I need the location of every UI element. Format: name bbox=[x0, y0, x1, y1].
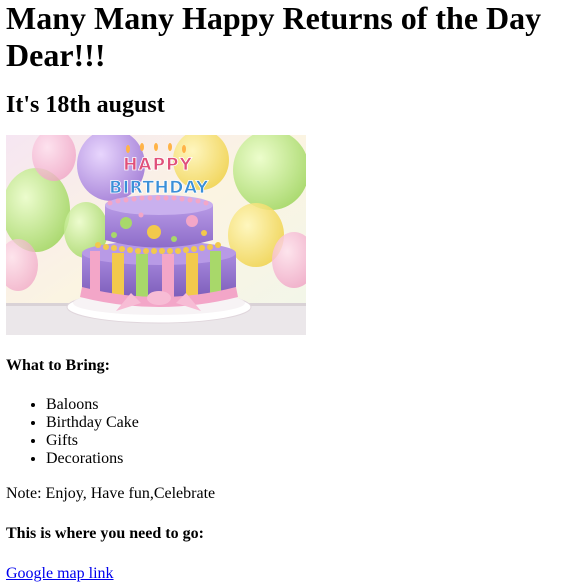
page-content: Many Many Happy Returns of the Day Dear!… bbox=[0, 0, 572, 582]
bring-list: Baloons Birthday Cake Gifts Decorations bbox=[6, 396, 566, 468]
birthday-cake-image: HAPPY BIRTHDAY bbox=[6, 135, 306, 335]
note-text: Note: Enjoy, Have fun,Celebrate bbox=[6, 485, 216, 502]
list-item: Baloons bbox=[46, 396, 566, 414]
google-map-link[interactable]: Google map link bbox=[6, 564, 114, 582]
location-heading: This is where you need to go: bbox=[6, 525, 204, 542]
date-heading: It's 18th august bbox=[6, 92, 165, 118]
link-paragraph: Google map link bbox=[6, 564, 566, 582]
list-item: Birthday Cake bbox=[46, 414, 566, 432]
list-item: Gifts bbox=[46, 432, 566, 450]
cake-illustration: HAPPY BIRTHDAY bbox=[6, 135, 306, 335]
cake-text-birthday: BIRTHDAY bbox=[109, 178, 209, 198]
page-title: Many Many Happy Returns of the Day Dear!… bbox=[6, 0, 542, 73]
what-to-bring-heading: What to Bring: bbox=[6, 357, 110, 374]
list-item: Decorations bbox=[46, 450, 566, 468]
cake-text-happy: HAPPY bbox=[123, 155, 193, 175]
